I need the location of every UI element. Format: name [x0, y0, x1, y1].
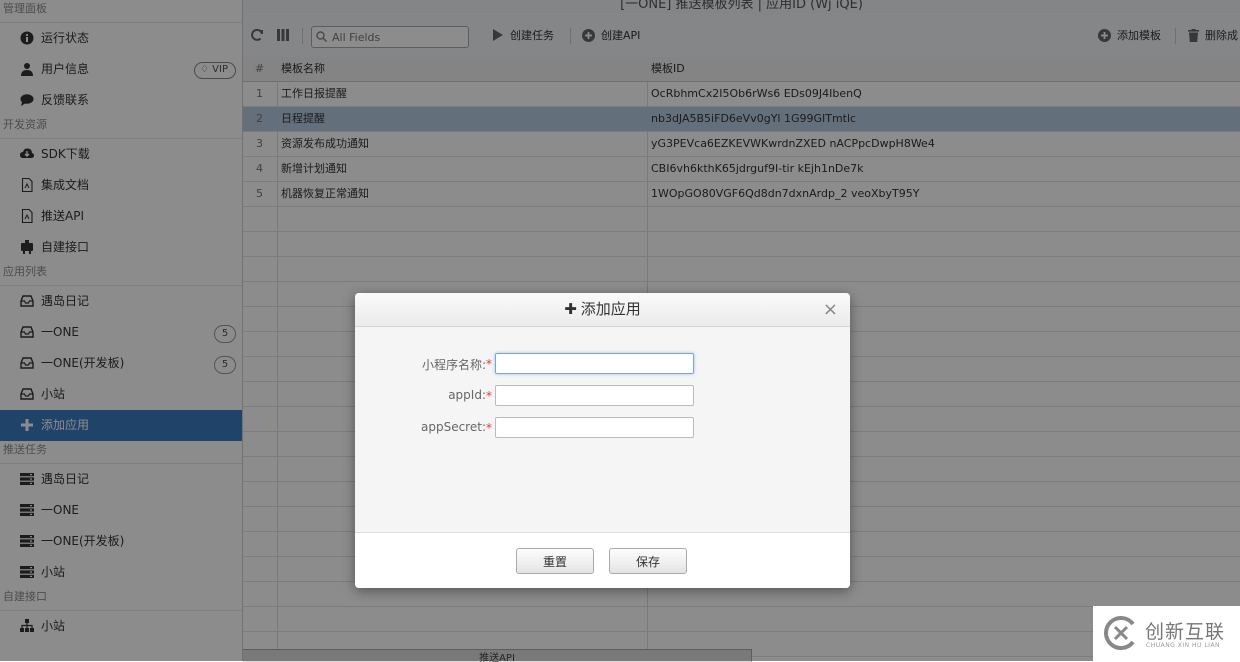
field-label: 小程序名称: [421, 358, 486, 372]
form-row-mini-program-name: 小程序名称: * [355, 353, 850, 377]
close-icon[interactable]: × [823, 293, 838, 326]
add-app-dialog: ✚ 添加应用 × 小程序名称: * appId: * appSecret: * 重… [355, 293, 850, 588]
required-mark: * [486, 389, 492, 403]
plus-icon: ✚ [564, 300, 577, 318]
mini-program-name-input[interactable] [495, 353, 694, 374]
field-label: appSecret: [421, 420, 486, 434]
logo-text: 创新互联 [1145, 621, 1226, 643]
dialog-footer: 重置 保存 [355, 532, 850, 588]
dialog-form: 小程序名称: * appId: * appSecret: * [355, 327, 850, 532]
save-button[interactable]: 保存 [609, 548, 687, 574]
form-row-app-id: appId: * [355, 385, 850, 409]
logo-mark-icon [1104, 616, 1135, 650]
form-row-app-secret: appSecret: * [355, 417, 850, 441]
dialog-title: 添加应用 [580, 300, 641, 318]
reset-button[interactable]: 重置 [516, 548, 594, 574]
required-mark: * [486, 357, 492, 371]
required-mark: * [486, 421, 492, 435]
app-id-input[interactable] [495, 385, 694, 406]
app-secret-input[interactable] [495, 417, 694, 438]
logo-subtext: CHUANG XIN HU LIAN [1146, 642, 1221, 649]
watermark-logo: 创新互联 CHUANG XIN HU LIAN [1093, 606, 1240, 661]
field-label: appId: [448, 388, 486, 402]
dialog-header: ✚ 添加应用 × [355, 293, 850, 327]
app-window: 管理面板 运行状态 用户信息 ♢ VIP 反馈联系 开发资源 SDK下载 集成文… [0, 0, 1240, 662]
